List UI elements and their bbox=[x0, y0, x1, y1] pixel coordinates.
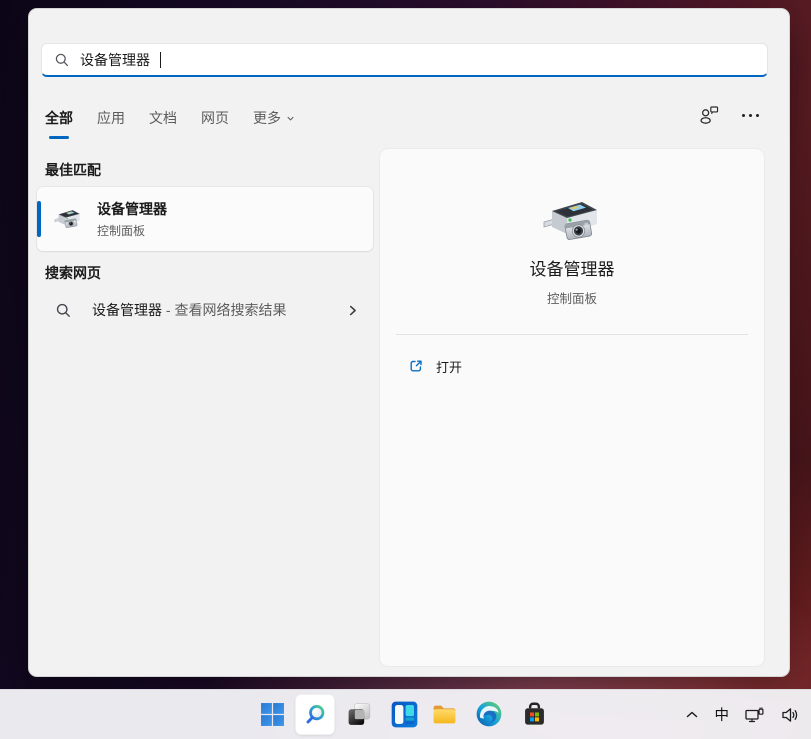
volume-icon[interactable] bbox=[778, 701, 802, 729]
ime-language-badge[interactable]: 中 bbox=[713, 701, 732, 729]
system-tray: 中 bbox=[682, 690, 803, 739]
open-label: 打开 bbox=[436, 357, 462, 376]
ellipsis-icon[interactable] bbox=[742, 114, 759, 117]
best-match-title: 设备管理器 bbox=[97, 199, 167, 219]
preview-subtitle: 控制面板 bbox=[380, 288, 764, 307]
search-icon bbox=[55, 302, 72, 319]
windows-logo-icon bbox=[260, 702, 285, 727]
chevron-up-icon[interactable] bbox=[682, 701, 702, 729]
chevron-down-icon bbox=[285, 113, 296, 124]
task-view-button[interactable] bbox=[346, 701, 373, 728]
text-caret bbox=[160, 52, 161, 68]
result-preview-pane: 设备管理器 控制面板 打开 bbox=[380, 149, 764, 666]
task-view-icon bbox=[346, 701, 373, 728]
section-web-search: 搜索网页 bbox=[45, 263, 101, 283]
device-manager-icon-large bbox=[540, 189, 604, 253]
open-external-icon bbox=[408, 358, 424, 374]
search-query-text: 设备管理器 bbox=[80, 50, 150, 70]
widgets-button[interactable] bbox=[390, 700, 419, 729]
file-explorer-icon bbox=[431, 701, 458, 728]
network-icon[interactable] bbox=[742, 701, 767, 729]
best-match-subtitle: 控制面板 bbox=[97, 222, 167, 239]
web-search-result[interactable]: 设备管理器 - 查看网络搜索结果 bbox=[37, 291, 373, 329]
divider bbox=[396, 334, 748, 335]
tab-apps[interactable]: 应用 bbox=[97, 108, 125, 128]
search-flyout-panel: 设备管理器 全部 应用 文档 网页 更多 最佳匹配 bbox=[28, 8, 790, 677]
chevron-right-icon bbox=[346, 304, 359, 317]
person-chat-icon[interactable] bbox=[698, 105, 720, 125]
search-icon bbox=[303, 702, 328, 727]
web-result-text: 设备管理器 - 查看网络搜索结果 bbox=[92, 300, 326, 320]
search-input[interactable]: 设备管理器 bbox=[41, 43, 768, 77]
edge-button[interactable] bbox=[475, 700, 503, 728]
file-explorer-button[interactable] bbox=[431, 701, 458, 728]
start-button[interactable] bbox=[259, 701, 286, 728]
tab-all[interactable]: 全部 bbox=[45, 108, 73, 128]
microsoft-store-button[interactable] bbox=[520, 700, 549, 729]
search-icon bbox=[54, 52, 70, 68]
device-manager-icon bbox=[53, 204, 83, 234]
search-filter-tabs: 全部 应用 文档 网页 更多 bbox=[45, 107, 773, 129]
edge-icon bbox=[475, 700, 503, 728]
tab-documents[interactable]: 文档 bbox=[149, 108, 177, 128]
search-button-active[interactable] bbox=[295, 694, 335, 735]
selection-accent-bar bbox=[37, 201, 41, 237]
best-match-result[interactable]: 设备管理器 控制面板 bbox=[37, 187, 373, 251]
section-best-match: 最佳匹配 bbox=[45, 160, 101, 180]
open-action[interactable]: 打开 bbox=[392, 348, 752, 384]
tab-web[interactable]: 网页 bbox=[201, 108, 229, 128]
widgets-icon bbox=[390, 700, 419, 729]
tab-more[interactable]: 更多 bbox=[253, 108, 296, 128]
taskbar: 中 bbox=[0, 689, 811, 739]
microsoft-store-icon bbox=[520, 700, 549, 729]
preview-title: 设备管理器 bbox=[380, 255, 764, 280]
